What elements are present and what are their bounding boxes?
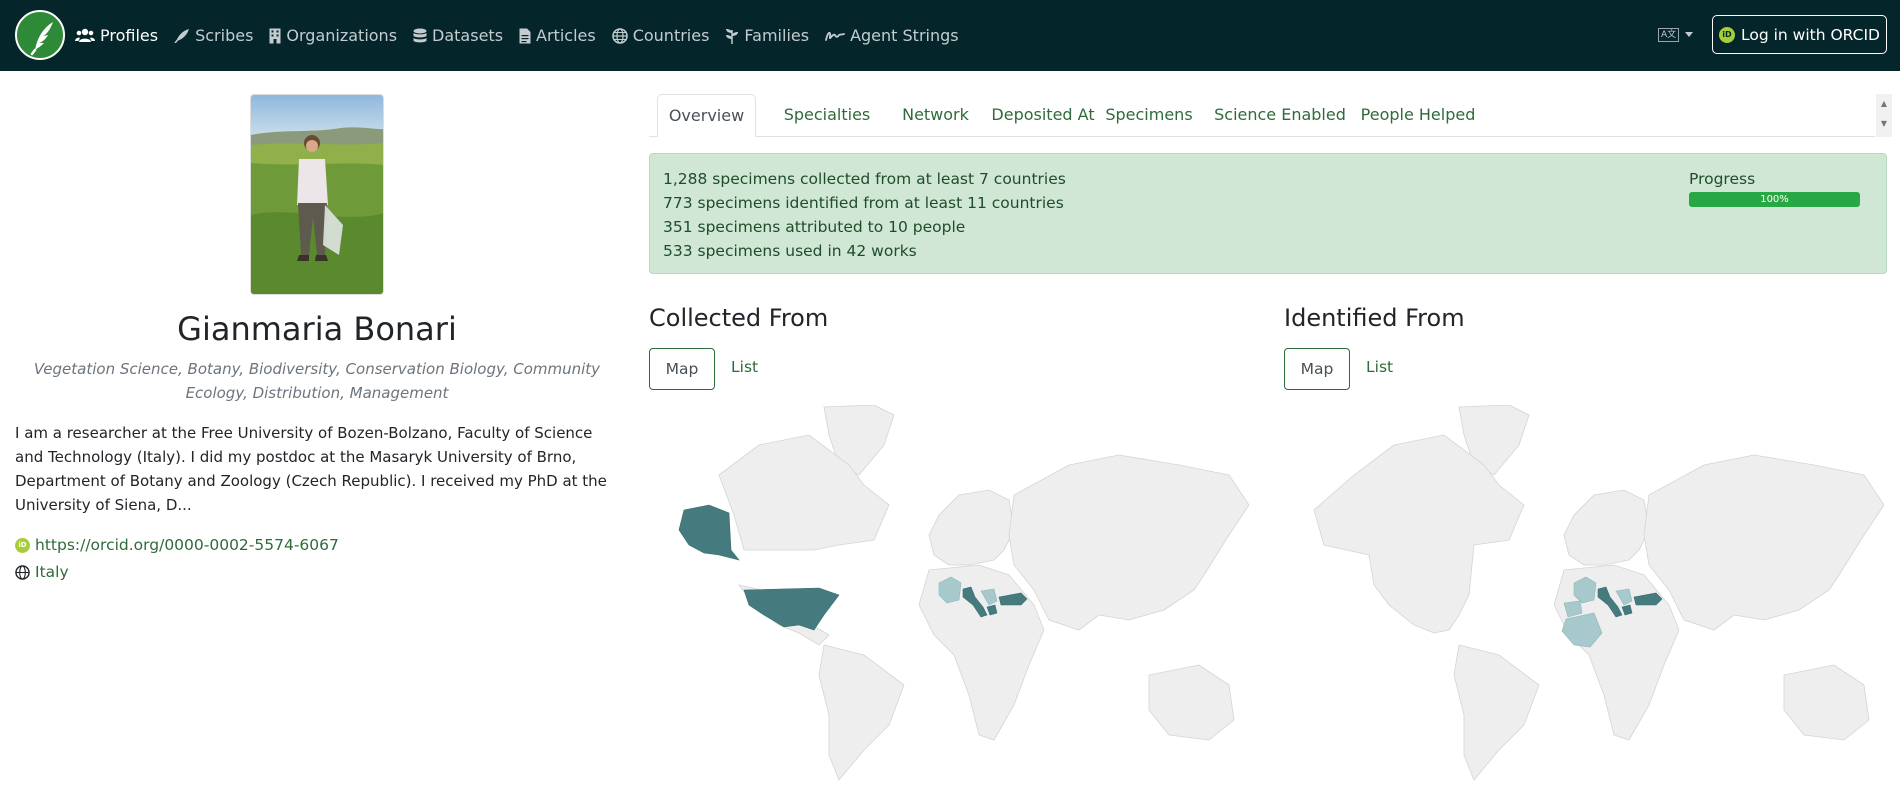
tab-network[interactable]: Network [898, 94, 973, 137]
europe-shape [928, 489, 1015, 566]
tab-deposited-at[interactable]: Deposited At [984, 94, 1102, 137]
identified-list-button[interactable]: List [1366, 358, 1393, 376]
identified-world-map [1313, 405, 1884, 781]
orcid-url: https://orcid.org/0000-0002-5574-6067 [35, 536, 339, 554]
nav-label: Scribes [195, 26, 254, 45]
orcid-icon: iD [15, 537, 30, 553]
profile-keywords: Vegetation Science, Botany, Biodiversity… [33, 360, 601, 402]
caret-down-icon [1685, 32, 1694, 37]
south-america-shape [818, 644, 905, 781]
south-america-shape [1453, 644, 1540, 781]
stat-used-in-works: 533 specimens used in 42 works [663, 242, 917, 260]
language-dropdown[interactable]: A文 [1658, 24, 1694, 46]
europe-shape [1563, 489, 1650, 566]
nav-label: Organizations [286, 26, 398, 45]
tab-science-enabled[interactable]: Science Enabled [1202, 94, 1358, 137]
tab-specialties[interactable]: Specialties [769, 94, 885, 137]
nav-scribes[interactable]: Scribes [174, 26, 253, 45]
collected-map-button[interactable]: Map [649, 348, 715, 390]
signature-icon [825, 31, 845, 41]
main-nav: Profiles Scribes Organizations Datasets … [75, 0, 975, 71]
feather-icon [174, 29, 190, 43]
nav-label: Datasets [432, 26, 504, 45]
australia-shape [1783, 664, 1870, 741]
nav-datasets[interactable]: Datasets [413, 26, 503, 45]
nav-families[interactable]: Families [725, 26, 809, 45]
database-icon [413, 28, 427, 42]
nav-organizations[interactable]: Organizations [269, 26, 397, 45]
orcid-link[interactable]: iD https://orcid.org/0000-0002-5574-6067 [15, 536, 339, 554]
usa-shape [743, 587, 840, 631]
identified-map-button[interactable]: Map [1284, 348, 1350, 390]
country-link[interactable]: Italy [15, 563, 69, 581]
globe-icon [15, 564, 30, 580]
tab-overview[interactable]: Overview [657, 94, 756, 137]
alaska-shape [678, 504, 740, 561]
login-orcid-button[interactable]: iD Log in with ORCID [1712, 15, 1887, 54]
nav-agent-strings[interactable]: Agent Strings [825, 26, 959, 45]
progress-bar: 100% [1689, 192, 1860, 207]
nav-label: Profiles [100, 26, 159, 45]
asia-shape [1008, 454, 1249, 631]
collected-world-map [678, 405, 1249, 781]
stats-summary: 1,288 specimens collected from at least … [649, 153, 1887, 274]
collected-list-button[interactable]: List [731, 358, 758, 376]
nav-countries[interactable]: Countries [611, 26, 710, 45]
country-name: Italy [35, 563, 69, 581]
nav-articles[interactable]: Articles [519, 26, 596, 45]
bloodhound-logo-icon[interactable] [15, 10, 65, 60]
stat-identified: 773 specimens identified from at least 1… [663, 194, 1064, 212]
nav-label: Countries [632, 26, 710, 45]
profile-photo [250, 94, 384, 295]
orcid-icon: iD [1718, 26, 1735, 43]
file-icon [519, 28, 531, 43]
globe-icon [611, 27, 628, 44]
stat-collected: 1,288 specimens collected from at least … [663, 170, 1066, 188]
tabs-scrollbar[interactable]: ▲ ▼ [1876, 94, 1892, 137]
progress-fill: 100% [1689, 192, 1860, 207]
profile-bio: I am a researcher at the Free University… [15, 424, 607, 514]
progress-label: Progress [1689, 170, 1756, 188]
tab-specimens[interactable]: Specimens [1098, 94, 1200, 137]
users-icon [75, 28, 95, 42]
nav-label: Articles [536, 26, 596, 45]
plant-icon [726, 28, 739, 44]
tab-people-helped[interactable]: People Helped [1352, 94, 1484, 137]
stat-attributed: 351 specimens attributed to 10 people [663, 218, 966, 236]
nav-profiles[interactable]: Profiles [75, 26, 158, 45]
collected-from-title: Collected From [649, 304, 829, 332]
login-label: Log in with ORCID [1740, 25, 1880, 44]
asia-shape [1643, 454, 1884, 631]
language-icon: A文 [1658, 28, 1680, 42]
nav-label: Agent Strings [850, 26, 959, 45]
top-navbar: Profiles Scribes Organizations Datasets … [0, 0, 1900, 71]
profile-name: Gianmaria Bonari [177, 310, 457, 348]
profile-tabs: Overview Specialties Network Deposited A… [649, 94, 1875, 137]
identified-from-title: Identified From [1284, 304, 1465, 332]
australia-shape [1148, 664, 1235, 741]
nav-label: Families [744, 26, 810, 45]
building-icon [269, 28, 281, 44]
